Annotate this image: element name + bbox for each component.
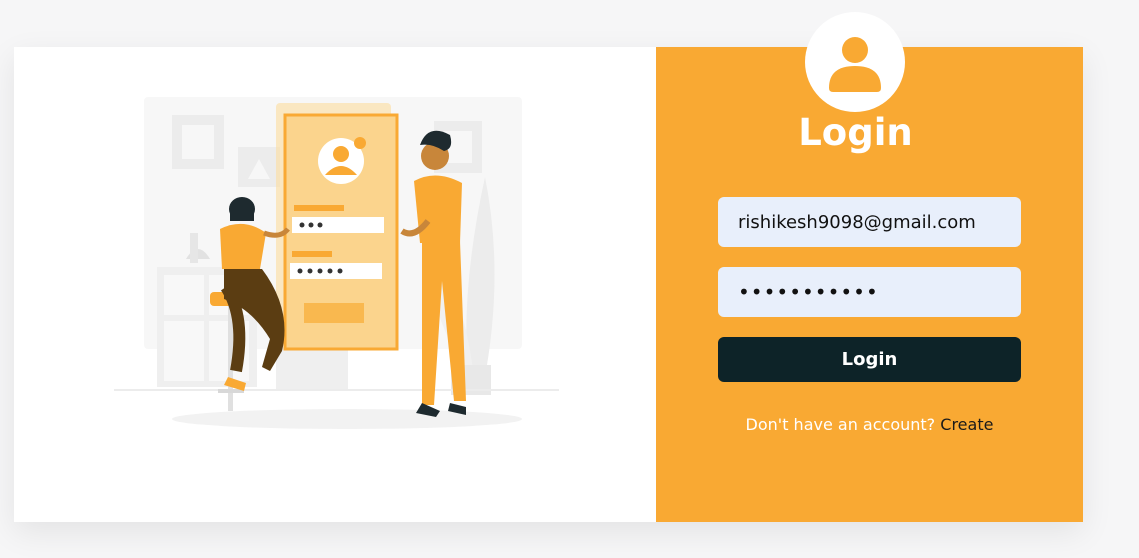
login-button[interactable]: Login: [718, 337, 1021, 382]
signup-prompt-text: Don't have an account?: [745, 415, 936, 434]
create-account-link[interactable]: Create: [940, 415, 993, 434]
signup-prompt: Don't have an account? Create: [642, 415, 1097, 434]
email-input[interactable]: [718, 197, 1021, 247]
user-avatar-icon: [805, 12, 905, 112]
people-login-illustration: [114, 97, 559, 429]
login-title: Login: [798, 111, 913, 154]
password-input[interactable]: [718, 267, 1021, 317]
login-illustration: [14, 47, 656, 522]
